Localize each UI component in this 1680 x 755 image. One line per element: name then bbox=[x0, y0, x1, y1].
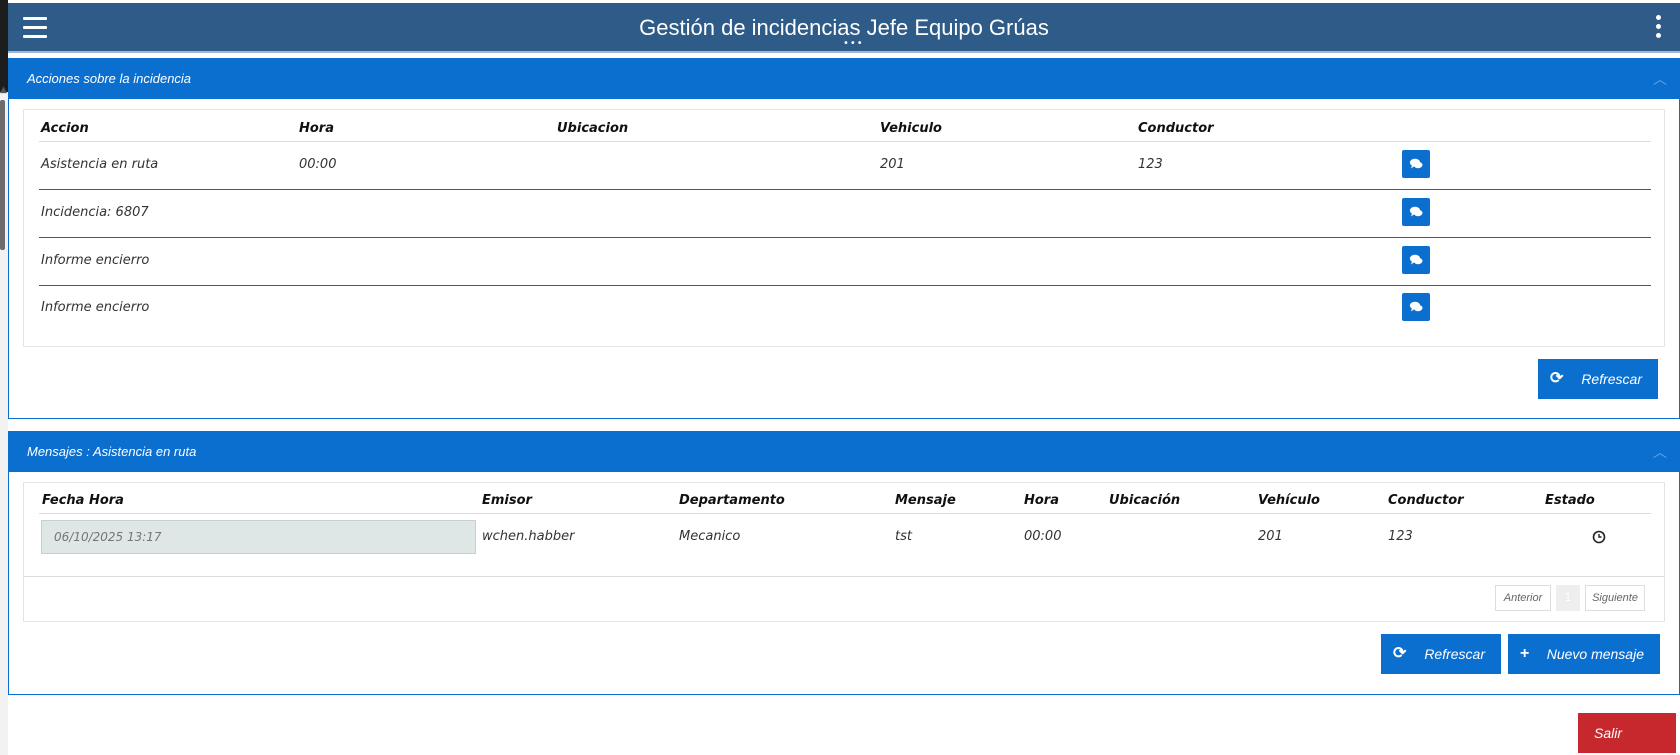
clock-icon bbox=[1592, 530, 1606, 544]
new-message-button[interactable]: + Nuevo mensaje bbox=[1508, 634, 1660, 674]
row-1-hora: 00:00 bbox=[299, 157, 337, 172]
column-header-conductor: Conductor bbox=[1388, 493, 1464, 508]
vehiculo-cell: 201 bbox=[1258, 529, 1283, 544]
row-3-accion: Informe encierro bbox=[41, 253, 150, 268]
refresh-label: Refrescar bbox=[1581, 371, 1642, 387]
left-edge-strip: ▲ bbox=[0, 0, 8, 755]
header-divider bbox=[39, 141, 1651, 142]
row-2-chat-button[interactable] bbox=[1402, 198, 1430, 226]
column-header-vehiculo: Vehículo bbox=[1258, 493, 1320, 508]
row-1-conductor: 123 bbox=[1138, 157, 1163, 172]
acciones-panel: Acciones sobre la incidencia ︿ Accion Ho… bbox=[8, 58, 1680, 419]
row-2-accion: Incidencia: 6807 bbox=[41, 205, 149, 220]
row-1-chat-button[interactable] bbox=[1402, 150, 1430, 178]
kebab-menu-icon[interactable] bbox=[1656, 15, 1662, 41]
departamento-cell: Mecanico bbox=[679, 529, 741, 544]
row-4-chat-button[interactable] bbox=[1402, 293, 1430, 321]
column-header-hora: Hora bbox=[299, 121, 334, 136]
left-edge-dark bbox=[0, 0, 8, 92]
chat-icon bbox=[1409, 254, 1423, 265]
acciones-panel-title: Acciones sobre la incidencia bbox=[27, 71, 192, 86]
left-scrollbar[interactable] bbox=[0, 100, 5, 250]
column-header-estado: Estado bbox=[1545, 493, 1595, 508]
column-header-emisor: Emisor bbox=[482, 493, 532, 508]
row-1-vehiculo: 201 bbox=[880, 157, 905, 172]
chat-icon bbox=[1409, 158, 1423, 169]
mensajes-panel-title: Mensajes : Asistencia en ruta bbox=[27, 444, 197, 459]
column-header-hora: Hora bbox=[1024, 493, 1059, 508]
column-header-ubicacion: Ubicacion bbox=[557, 121, 629, 136]
pager-divider bbox=[24, 576, 1664, 577]
mensajes-table: Fecha Hora Emisor Departamento Mensaje H… bbox=[23, 482, 1665, 622]
column-header-accion: Accion bbox=[41, 121, 89, 136]
column-header-conductor: Conductor bbox=[1138, 121, 1214, 136]
chevron-up-icon[interactable]: ︿ bbox=[1653, 432, 1667, 472]
column-header-vehiculo: Vehiculo bbox=[880, 121, 942, 136]
row-divider bbox=[39, 237, 1651, 238]
plus-icon: + bbox=[1520, 645, 1530, 662]
acciones-panel-header[interactable]: Acciones sobre la incidencia ︿ bbox=[9, 59, 1679, 99]
row-3-chat-button[interactable] bbox=[1402, 246, 1430, 274]
row-divider bbox=[39, 285, 1651, 286]
acciones-table: Accion Hora Ubicacion Vehiculo Conductor… bbox=[23, 109, 1665, 347]
emisor-cell: wchen.habber bbox=[482, 529, 575, 544]
mensajes-panel: Mensajes : Asistencia en ruta ︿ Fecha Ho… bbox=[8, 431, 1680, 695]
scroll-arrow-icon[interactable]: ▲ bbox=[0, 85, 7, 95]
pager-page-1[interactable]: 1 bbox=[1556, 585, 1580, 611]
refresh-label: Refrescar bbox=[1424, 646, 1485, 662]
pager-next-button[interactable]: Siguiente bbox=[1585, 585, 1645, 611]
pager-prev-button[interactable]: Anterior bbox=[1495, 585, 1551, 611]
header-divider bbox=[39, 513, 1651, 514]
mensaje-cell: tst bbox=[895, 529, 912, 544]
exit-button[interactable]: Salir bbox=[1578, 713, 1676, 753]
column-header-fecha-hora: Fecha Hora bbox=[42, 493, 124, 508]
refresh-icon: ⟳ bbox=[1393, 645, 1407, 662]
mensajes-panel-header[interactable]: Mensajes : Asistencia en ruta ︿ bbox=[9, 432, 1679, 472]
more-horizontal-icon[interactable]: ••• bbox=[843, 39, 864, 49]
row-divider bbox=[39, 189, 1651, 190]
conductor-cell: 123 bbox=[1388, 529, 1413, 544]
chat-icon bbox=[1409, 206, 1423, 217]
chat-icon bbox=[1409, 301, 1423, 312]
row-1-accion: Asistencia en ruta bbox=[41, 157, 159, 172]
refresh-icon: ⟳ bbox=[1550, 370, 1564, 387]
chevron-up-icon[interactable]: ︿ bbox=[1653, 59, 1667, 99]
column-header-departamento: Departamento bbox=[679, 493, 785, 508]
hora-cell: 00:00 bbox=[1024, 529, 1062, 544]
new-message-label: Nuevo mensaje bbox=[1546, 646, 1644, 662]
column-header-ubicacion: Ubicación bbox=[1109, 493, 1181, 508]
fecha-hora-field[interactable] bbox=[41, 520, 476, 554]
column-header-mensaje: Mensaje bbox=[895, 493, 956, 508]
row-4-accion: Informe encierro bbox=[41, 300, 150, 315]
top-app-bar: Gestión de incidencias Jefe Equipo Grúas… bbox=[8, 3, 1680, 53]
acciones-refresh-button[interactable]: ⟳ Refrescar bbox=[1538, 359, 1658, 399]
mensajes-refresh-button[interactable]: ⟳ Refrescar bbox=[1381, 634, 1501, 674]
